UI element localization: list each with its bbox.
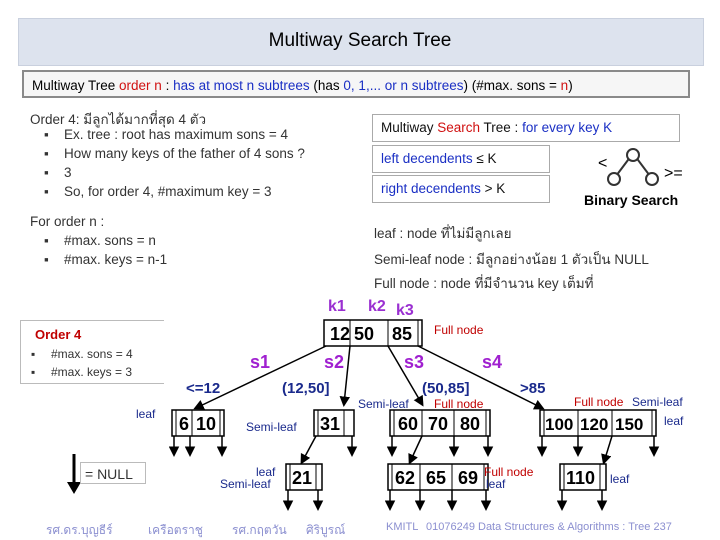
order4-bullet-3: 3 <box>45 165 71 180</box>
footer-org: KMITL <box>386 521 419 533</box>
order4-box-sons: #max. sons = 4 <box>31 347 133 361</box>
label-leaf-a: leaf <box>136 407 156 421</box>
root-key-2: 50 <box>354 324 374 344</box>
node-f-key-1: 100 <box>545 415 573 434</box>
def-has: (has <box>309 78 344 93</box>
subtree-label-s3: s3 <box>404 352 424 372</box>
node-a-key-2: 10 <box>196 414 216 434</box>
node-d: 60 70 80 <box>389 409 491 437</box>
order-n-heading: For order n : <box>30 214 105 229</box>
order4-bullet-2: How many keys of the father of 4 sons ? <box>44 146 305 161</box>
range-s4: >85 <box>520 380 545 397</box>
binary-ge: >= <box>664 165 683 182</box>
node-d-key-2: 70 <box>428 414 448 434</box>
order4-box-title: Order 4 <box>35 327 82 342</box>
range-s2: (12,50] <box>282 380 330 397</box>
search-box-text: Multiway <box>381 120 438 135</box>
search-tree-box: Multiway Search Tree : for every key K <box>372 114 680 142</box>
label-full-root: Full node <box>434 323 484 337</box>
footer-author2-surname: ศิริบูรณ์ <box>306 523 346 537</box>
footer-author2: รศ.กฤตวัน <box>232 523 287 537</box>
subtree-label-s2: s2 <box>324 352 344 372</box>
node-d-key-3: 80 <box>460 414 480 434</box>
label-semi-f: Semi-leaf <box>632 395 683 409</box>
binary-lt: < <box>598 155 607 172</box>
label-leaf-e: leaf <box>486 477 506 491</box>
label-leaf-f: leaf <box>664 414 684 428</box>
order4-box-keys: #max. keys = 3 <box>31 365 132 379</box>
node-def-leaf: leaf : node ที่ไม่มีลูกเลย <box>374 226 512 241</box>
def-colon: : <box>161 78 174 93</box>
search-box-tree: Tree : <box>480 120 523 135</box>
node-e: 62 65 69 <box>387 463 489 491</box>
left-box-cond: ≤ K <box>472 151 497 166</box>
label-semi-c: Semi-leaf <box>220 477 271 491</box>
subtree-label-s4: s4 <box>482 352 502 372</box>
binary-search-icon: < >= Binary Search <box>584 148 683 208</box>
def-close: ) <box>568 78 573 93</box>
def-maxsons: ) (#max. sons = <box>463 78 561 93</box>
node-f: 100 120 150 <box>539 409 657 437</box>
node-def-semileaf: Semi-leaf node : มีลูกอย่างน้อย 1 ตัวเป็… <box>374 252 649 267</box>
node-f-key-3: 150 <box>615 415 643 434</box>
node-d-key-1: 60 <box>398 414 418 434</box>
node-e-key-2: 65 <box>426 468 446 488</box>
node-b: 31 <box>313 409 355 437</box>
search-box-search: Search <box>437 120 481 135</box>
range-s3: (50,85] <box>422 380 470 397</box>
node-c: 21 <box>285 463 323 491</box>
range-s1: <=12 <box>186 380 220 397</box>
footer-author1-surname: เครือตราชู <box>148 523 203 537</box>
node-a-key-1: 6 <box>179 414 189 434</box>
order-n-bullet-2: #max. keys = n-1 <box>44 252 167 267</box>
node-g-key-1: 110 <box>566 468 595 488</box>
key-label-k3: k3 <box>396 302 414 319</box>
definition-box: Multiway Tree order n : has at most n su… <box>22 70 690 98</box>
label-semi-b: Semi-leaf <box>246 420 297 434</box>
left-box-label: left decendents <box>381 151 473 166</box>
key-label-k2: k2 <box>368 298 386 315</box>
node-c-key-1: 21 <box>292 468 312 488</box>
key-label-k1: k1 <box>328 298 346 315</box>
label-full-f: Full node <box>574 395 624 409</box>
root-key-3: 85 <box>392 324 412 344</box>
page-title: Multiway Search Tree <box>268 30 452 51</box>
order4-box: Order 4 #max. sons = 4 #max. keys = 3 <box>20 320 168 384</box>
node-a: 6 10 <box>171 409 225 437</box>
right-decendents-box: right decendents > K <box>372 175 550 203</box>
def-text: Multiway Tree <box>32 78 120 93</box>
node-g: 110 <box>559 463 607 491</box>
root-key-1: 12 <box>330 324 350 344</box>
order4-bullet-1: Ex. tree : root has maximum sons = 4 <box>44 127 288 142</box>
right-box-label: right decendents <box>381 181 481 196</box>
binary-label: Binary Search <box>584 192 678 208</box>
node-e-key-3: 69 <box>458 468 478 488</box>
node-e-key-1: 62 <box>395 468 415 488</box>
label-semi-mid: Semi-leaf <box>358 397 409 411</box>
def-range: 0, 1,... or n subtrees <box>343 78 464 93</box>
root-node: 12 50 85 <box>323 319 423 347</box>
label-leaf-g: leaf <box>610 472 630 486</box>
subtree-label-s1: s1 <box>250 352 270 372</box>
node-f-key-2: 120 <box>580 415 608 434</box>
def-subtrees: has at most n subtrees <box>173 78 310 93</box>
footer-author1: รศ.ดร.บุญธีร์ <box>46 523 113 537</box>
order4-bullet-4: So, for order 4, #maximum key = 3 <box>44 184 272 199</box>
right-box-cond: > K <box>480 181 506 196</box>
node-def-full: Full node : node ที่มีจำนวน key เต็มที่ <box>374 276 594 291</box>
search-box-key: for every key K <box>522 120 613 135</box>
footer-course: 01076249 Data Structures & Algorithms : … <box>426 521 672 533</box>
left-decendents-box: left decendents ≤ K <box>372 145 550 173</box>
null-legend: = NULL <box>80 462 146 484</box>
def-order: order n <box>119 78 162 93</box>
label-full-d: Full node <box>434 397 484 411</box>
order-n-bullet-1: #max. sons = n <box>44 233 156 248</box>
node-b-key-1: 31 <box>320 414 340 434</box>
